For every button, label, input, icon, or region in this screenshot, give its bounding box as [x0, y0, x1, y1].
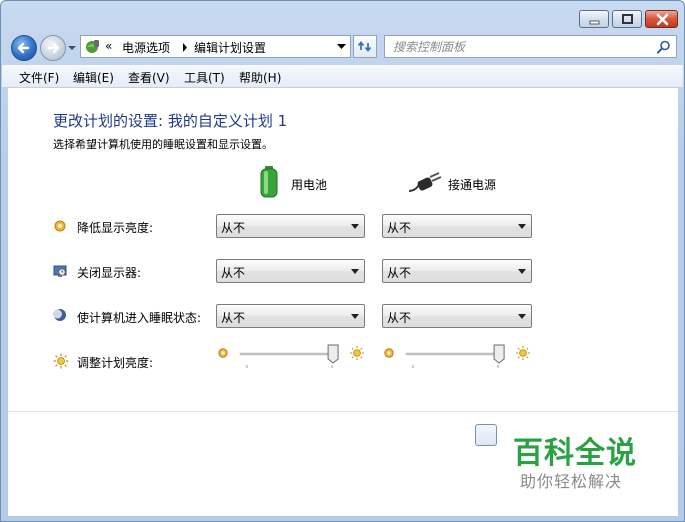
- menu-bar: 文件(F) 编辑(E) 查看(V) 工具(T) 帮助(H): [2, 65, 683, 88]
- display-off-plugged-value: 从不: [387, 266, 412, 280]
- maximize-button[interactable]: [612, 10, 642, 28]
- column-battery-label: 用电池: [291, 178, 328, 192]
- sleep-battery-value: 从不: [221, 311, 246, 325]
- page-title: 更改计划的设置: 我的自定义计划 1: [53, 112, 288, 130]
- watermark-sub: 助你轻松解决: [520, 472, 623, 491]
- dim-display-plugged-select[interactable]: 从不: [382, 214, 532, 238]
- history-dropdown-icon[interactable]: [67, 43, 77, 53]
- row-sleep-label: 使计算机进入睡眠状态:: [77, 311, 202, 325]
- power-options-icon: [86, 40, 99, 53]
- breadcrumb-power-options[interactable]: 电源选项: [122, 39, 170, 56]
- display-off-battery-select[interactable]: 从不: [216, 259, 365, 283]
- close-icon: [656, 13, 669, 26]
- watermark-main: 百科全说: [513, 436, 637, 471]
- minimize-icon: [589, 20, 600, 25]
- chevron-down-icon: [518, 269, 526, 274]
- forward-button[interactable]: [40, 35, 66, 61]
- close-button[interactable]: [645, 10, 678, 28]
- maximize-icon: [622, 14, 633, 24]
- address-bar[interactable]: « 电源选项 编辑计划设置: [80, 35, 351, 58]
- dim-display-plugged-value: 从不: [387, 221, 412, 235]
- chevron-down-icon: [518, 314, 526, 319]
- menu-edit[interactable]: 编辑(E): [73, 69, 114, 86]
- chevron-down-icon: [351, 224, 359, 229]
- brightness-battery-thumb[interactable]: [327, 344, 339, 364]
- brightness-high-sun-icon: [516, 346, 530, 360]
- power-plug-icon: [408, 172, 442, 192]
- menu-tools[interactable]: 工具(T): [184, 69, 225, 86]
- dim-display-battery-select[interactable]: 从不: [216, 214, 365, 238]
- address-dropdown-icon[interactable]: [337, 44, 346, 50]
- content-pane: 更改计划的设置: 我的自定义计划 1 选择希望计算机使用的睡眠设置和显示设置。 …: [8, 88, 678, 516]
- chevron-down-icon: [518, 224, 526, 229]
- arrow-left-icon: [17, 42, 30, 54]
- sleep-plugged-value: 从不: [387, 311, 412, 325]
- brightness-battery-slider[interactable]: [216, 343, 366, 373]
- row-display-off-label: 关闭显示器:: [77, 266, 142, 280]
- brightness-high-sun-icon: [350, 346, 364, 360]
- save-changes-button-partial[interactable]: [475, 424, 497, 446]
- menu-view[interactable]: 查看(V): [128, 69, 170, 86]
- back-button[interactable]: [11, 35, 37, 61]
- brightness-label: 调整计划亮度:: [77, 356, 154, 370]
- page-description: 选择希望计算机使用的睡眠设置和显示设置。: [53, 138, 273, 151]
- row-dim-display-label: 降低显示亮度:: [77, 221, 154, 235]
- sleep-battery-select[interactable]: 从不: [216, 304, 365, 328]
- breadcrumb-edit-plan[interactable]: 编辑计划设置: [194, 39, 266, 56]
- dim-display-icon: [54, 220, 66, 232]
- search-input[interactable]: [385, 36, 658, 57]
- display-off-icon: [53, 265, 67, 277]
- address-chevron[interactable]: «: [105, 39, 112, 53]
- display-off-plugged-select[interactable]: 从不: [382, 259, 532, 283]
- brightness-plugged-slider[interactable]: [382, 343, 532, 373]
- chevron-down-icon: [351, 314, 359, 319]
- refresh-icon: [357, 41, 372, 52]
- search-box[interactable]: [384, 35, 677, 58]
- menu-help[interactable]: 帮助(H): [239, 69, 281, 86]
- display-off-battery-value: 从不: [221, 266, 246, 280]
- brightness-plugged-thumb[interactable]: [493, 344, 505, 364]
- column-plugged-label: 接通电源: [448, 178, 497, 192]
- window: « 电源选项 编辑计划设置 文件(F) 编辑(E) 查看(V) 工具(T) 帮助…: [0, 0, 685, 522]
- brightness-sun-icon: [53, 353, 69, 369]
- arrow-right-icon: [47, 42, 60, 54]
- chevron-down-icon: [351, 269, 359, 274]
- battery-icon: [260, 166, 278, 198]
- breadcrumb-separator-icon[interactable]: [182, 43, 188, 52]
- refresh-button[interactable]: [353, 35, 377, 58]
- search-icon[interactable]: [657, 40, 671, 54]
- menu-file[interactable]: 文件(F): [19, 69, 59, 86]
- footer-divider: [8, 411, 678, 412]
- dim-display-battery-value: 从不: [221, 221, 246, 235]
- minimize-button[interactable]: [579, 10, 609, 28]
- sleep-plugged-select[interactable]: 从不: [382, 304, 532, 328]
- sleep-moon-icon: [53, 309, 66, 321]
